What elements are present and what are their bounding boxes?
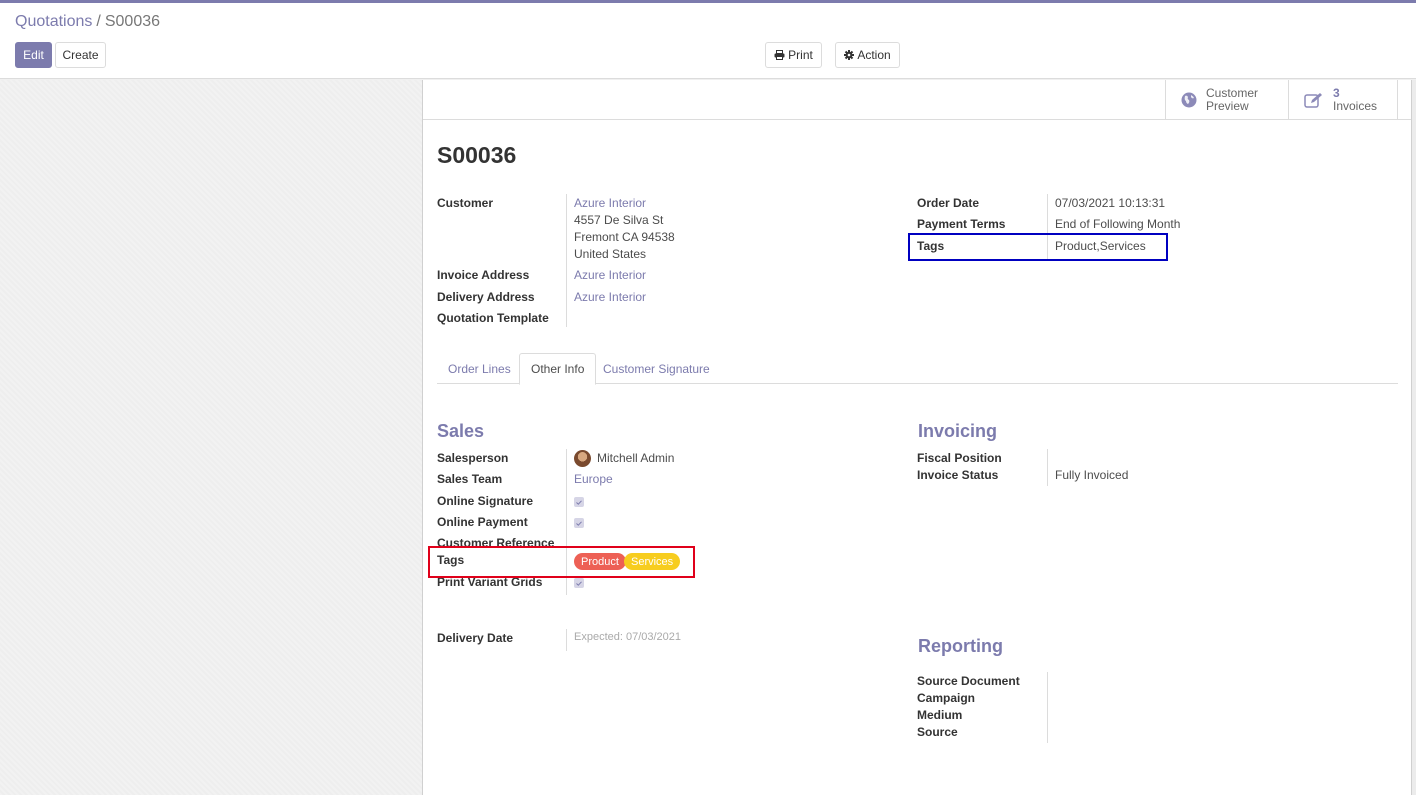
payment-terms-label: Payment Terms: [917, 217, 1006, 231]
salesperson-avatar: [574, 450, 591, 467]
record-title: S00036: [437, 142, 517, 168]
campaign-label: Campaign: [917, 691, 976, 705]
tab-other-info[interactable]: Other Info: [519, 353, 597, 385]
source-document-label: Source Document: [917, 674, 1020, 688]
customer-preview-label: Customer Preview: [1206, 87, 1258, 113]
invoice-address-link[interactable]: Azure Interior: [574, 268, 646, 282]
quotation-template-label: Quotation Template: [437, 311, 549, 325]
check-icon: [576, 580, 582, 586]
action-button[interactable]: Action: [835, 42, 900, 68]
customer-address-line3: United States: [574, 247, 647, 261]
field-separator: [1047, 672, 1048, 743]
order-date-label: Order Date: [917, 196, 980, 210]
delivery-date-input[interactable]: Expected: 07/03/2021: [574, 631, 681, 643]
invoicing-section-title: Invoicing: [918, 421, 998, 441]
background-pane: [0, 80, 422, 795]
edit-button[interactable]: Edit: [15, 42, 52, 68]
print-variant-grids-checkbox[interactable]: [574, 578, 584, 588]
delivery-address-link[interactable]: Azure Interior: [574, 290, 646, 304]
highlight-box-sales-tags: [428, 546, 695, 578]
medium-label: Medium: [917, 708, 963, 722]
customer-preview-line1: Customer: [1206, 86, 1259, 100]
customer-address-line2: Fremont CA 94538: [574, 230, 675, 244]
breadcrumb-current: S00036: [104, 13, 161, 30]
print-icon: [774, 50, 788, 60]
salesperson-label: Salesperson: [437, 451, 509, 465]
customer-link[interactable]: Azure Interior: [574, 196, 646, 210]
action-label: Action: [857, 48, 891, 62]
notebook-tabs: Order Lines Other Info Customer Signatur…: [437, 353, 1398, 385]
reporting-section-title: Reporting: [918, 636, 1003, 656]
order-date-value: 07/03/2021 10:13:31: [1055, 196, 1166, 210]
payment-terms-value: End of Following Month: [1055, 217, 1181, 231]
delivery-address-label: Delivery Address: [437, 290, 535, 304]
form-sheet: Customer Preview 3 Invoices S00036 Custo…: [422, 80, 1412, 795]
online-payment-checkbox[interactable]: [574, 518, 584, 528]
background-strip: [1412, 80, 1416, 795]
online-payment-label: Online Payment: [437, 515, 528, 529]
breadcrumb-quotations-link[interactable]: Quotations: [15, 13, 92, 30]
online-signature-checkbox[interactable]: [574, 497, 584, 507]
print-label: Print: [788, 48, 813, 62]
gear-icon: [844, 50, 857, 60]
sales-team-link[interactable]: Europe: [574, 472, 613, 486]
check-icon: [576, 499, 582, 505]
field-separator: [1047, 449, 1048, 486]
field-separator: [566, 194, 567, 327]
delivery-date-label: Delivery Date: [437, 631, 514, 645]
source-label: Source: [917, 725, 958, 739]
highlight-box-tags: [908, 233, 1168, 261]
fiscal-position-label: Fiscal Position: [917, 451, 1002, 465]
tab-order-lines[interactable]: Order Lines: [437, 353, 522, 384]
invoices-button[interactable]: 3 Invoices: [1288, 80, 1398, 120]
salesperson-value[interactable]: Mitchell Admin: [597, 451, 674, 465]
sales-team-label: Sales Team: [437, 472, 503, 486]
sales-section-title: Sales: [437, 421, 485, 441]
create-button[interactable]: Create: [55, 42, 106, 68]
invoice-status-value: Fully Invoiced: [1055, 468, 1129, 482]
tab-customer-signature[interactable]: Customer Signature: [592, 353, 721, 384]
invoice-address-label: Invoice Address: [437, 268, 530, 282]
invoices-label: Invoices: [1333, 99, 1378, 113]
edit-icon: [1304, 92, 1324, 108]
globe-icon: [1181, 92, 1197, 108]
customer-preview-button[interactable]: Customer Preview: [1165, 80, 1288, 120]
online-signature-label: Online Signature: [437, 494, 534, 508]
print-button[interactable]: Print: [765, 42, 822, 68]
smart-button-box: Customer Preview 3 Invoices: [423, 80, 1411, 120]
check-icon: [576, 520, 582, 526]
invoice-status-label: Invoice Status: [917, 468, 999, 482]
breadcrumb: Quotations / S00036: [15, 13, 160, 31]
field-separator: [566, 629, 567, 651]
breadcrumb-separator: /: [96, 13, 101, 30]
control-panel: Quotations / S00036 Edit Create Print Acti…: [0, 3, 1416, 79]
customer-label: Customer: [437, 196, 494, 210]
customer-address-line1: 4557 De Silva St: [574, 213, 664, 227]
customer-preview-line2: Preview: [1206, 99, 1249, 113]
